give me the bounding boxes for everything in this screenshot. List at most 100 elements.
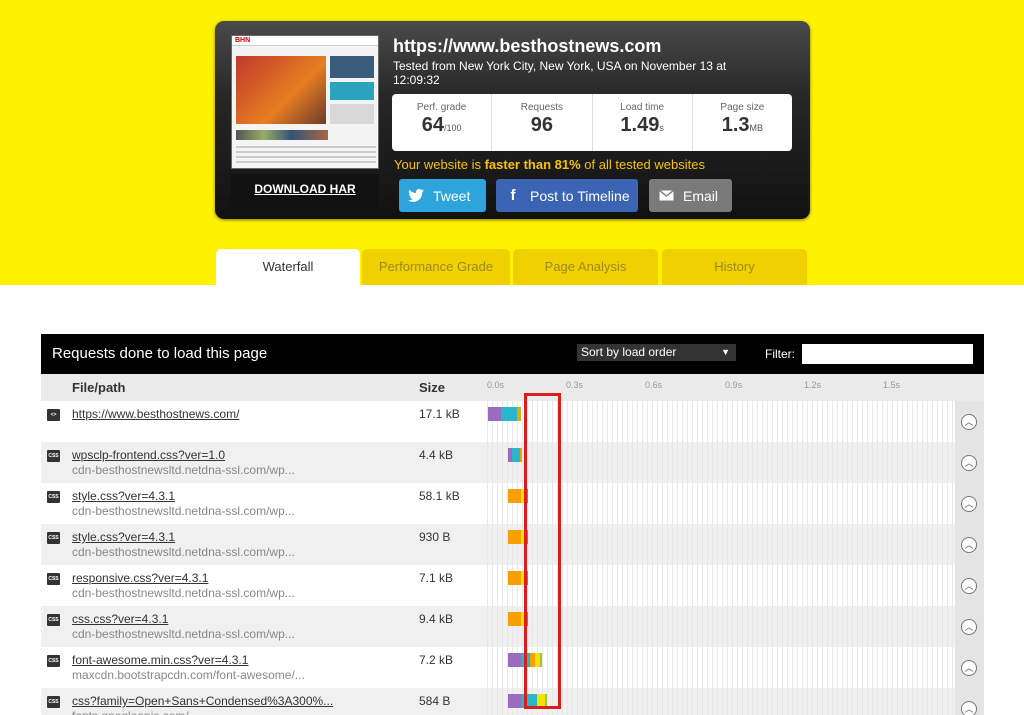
timing-bar[interactable] bbox=[488, 407, 521, 421]
file-link[interactable]: wpsclp-frontend.css?ver=1.0 bbox=[72, 448, 225, 462]
expand-cell: ︿ bbox=[955, 483, 984, 524]
metric-requests: Requests 96 bbox=[492, 94, 593, 151]
sort-selected-value: Sort by load order bbox=[581, 345, 677, 359]
chevron-up-icon[interactable]: ︿ bbox=[961, 414, 977, 430]
thumbnail-side-image bbox=[330, 104, 374, 124]
table-row[interactable]: CSS css?family=Open+Sans+Condensed%3A300%… bbox=[41, 688, 984, 715]
metric-value: 64 bbox=[421, 114, 444, 136]
faster-percent: faster than 81% bbox=[484, 157, 581, 172]
table-row[interactable]: CSS style.css?ver=4.3.1 cdn-besthostnewslt… bbox=[41, 483, 984, 524]
waterfall-rows: <> https://www.besthostnews.com/17.1 kB ︿ C… bbox=[41, 401, 984, 715]
timing-segment bbox=[508, 571, 521, 585]
sort-order-select[interactable]: Sort by load order ▼ bbox=[577, 344, 736, 361]
file-link[interactable]: style.css?ver=4.3.1 bbox=[72, 489, 175, 503]
file-host: fonts.googleapis.com/ bbox=[72, 709, 189, 715]
html-file-icon: <> bbox=[47, 409, 60, 421]
metric-value: 1.49 bbox=[620, 114, 660, 136]
css-file-icon: CSS bbox=[47, 655, 60, 667]
thumbnail-header: BHN bbox=[232, 36, 378, 46]
tab-page-analysis[interactable]: Page Analysis bbox=[513, 249, 658, 285]
chevron-up-icon[interactable]: ︿ bbox=[961, 701, 977, 715]
email-label: Email bbox=[683, 187, 719, 204]
timeline-tick: 1.2s bbox=[804, 380, 822, 390]
tab-history[interactable]: History bbox=[662, 249, 807, 285]
thumbnail-hero-image bbox=[236, 56, 326, 124]
metrics-panel: Perf. grade 64/100 Requests 96 Load time… bbox=[392, 94, 792, 151]
file-link[interactable]: css.css?ver=4.3.1 bbox=[72, 612, 168, 626]
file-size: 58.1 kB bbox=[419, 489, 460, 503]
filter-input[interactable] bbox=[802, 344, 973, 364]
metric-label: Page size bbox=[720, 102, 765, 113]
file-size: 9.4 kB bbox=[419, 612, 454, 626]
tweet-label: Tweet bbox=[433, 187, 471, 204]
tweet-button[interactable]: Tweet bbox=[399, 179, 486, 212]
expand-cell: ︿ bbox=[955, 442, 984, 483]
timing-segment bbox=[508, 489, 521, 503]
metric-unit: /100 bbox=[443, 123, 462, 133]
dropdown-arrow-icon: ▼ bbox=[721, 347, 730, 357]
table-row[interactable]: CSS style.css?ver=4.3.1 cdn-besthostnewslt… bbox=[41, 524, 984, 565]
file-host: maxcdn.bootstrapcdn.com/font-awesome/... bbox=[72, 668, 305, 682]
table-row[interactable]: CSS wpsclp-frontend.css?ver=1.0 cdn-bestho… bbox=[41, 442, 984, 483]
envelope-icon bbox=[649, 190, 683, 201]
file-size: 7.1 kB bbox=[419, 571, 454, 585]
chevron-up-icon[interactable]: ︿ bbox=[961, 537, 977, 553]
metric-page-size: Page size 1.3MB bbox=[693, 94, 792, 151]
post-to-timeline-button[interactable]: f Post to Timeline bbox=[496, 179, 638, 212]
column-size[interactable]: Size bbox=[419, 380, 445, 395]
metric-value-wrap: 96 bbox=[492, 114, 591, 137]
download-har-link[interactable]: DOWNLOAD HAR bbox=[231, 182, 379, 196]
test-location-time: Tested from New York City, New York, USA… bbox=[393, 59, 727, 87]
chevron-up-icon[interactable]: ︿ bbox=[961, 660, 977, 676]
timing-segment bbox=[512, 448, 520, 462]
file-link[interactable]: https://www.besthostnews.com/ bbox=[72, 407, 239, 421]
table-row[interactable]: CSS font-awesome.min.css?ver=4.3.1 maxcdn.… bbox=[41, 647, 984, 688]
timing-segment bbox=[508, 653, 521, 667]
waterfall-title: Requests done to load this page bbox=[52, 345, 268, 362]
expand-cell: ︿ bbox=[955, 401, 984, 442]
file-size: 930 B bbox=[419, 530, 451, 544]
faster-suffix: of all tested websites bbox=[580, 157, 705, 172]
faster-than-message: Your website is faster than 81% of all t… bbox=[394, 157, 705, 172]
timing-segment bbox=[508, 530, 521, 544]
css-file-icon: CSS bbox=[47, 614, 60, 626]
timing-segment bbox=[508, 694, 521, 708]
summary-card: BHN DOWNLOAD HAR https://www.besthostnew… bbox=[215, 21, 810, 219]
chevron-up-icon[interactable]: ︿ bbox=[961, 619, 977, 635]
chevron-up-icon[interactable]: ︿ bbox=[961, 578, 977, 594]
file-link[interactable]: style.css?ver=4.3.1 bbox=[72, 530, 175, 544]
file-link[interactable]: css?family=Open+Sans+Condensed%3A300%... bbox=[72, 694, 333, 708]
waterfall-header: Requests done to load this page Sort by … bbox=[41, 334, 984, 374]
chevron-up-icon[interactable]: ︿ bbox=[961, 455, 977, 471]
expand-cell: ︿ bbox=[955, 565, 984, 606]
filter-label: Filter: bbox=[765, 347, 795, 361]
timeline-tick: 0.0s bbox=[487, 380, 505, 390]
thumbnail-image-strip bbox=[236, 130, 328, 140]
timing-segment bbox=[488, 407, 501, 421]
css-file-icon: CSS bbox=[47, 573, 60, 585]
metric-unit: s bbox=[659, 123, 664, 133]
metric-perf-grade: Perf. grade 64/100 bbox=[392, 94, 493, 151]
email-button[interactable]: Email bbox=[649, 179, 732, 212]
table-row[interactable]: CSS css.css?ver=4.3.1 cdn-besthostnewsltd.… bbox=[41, 606, 984, 647]
file-link[interactable]: responsive.css?ver=4.3.1 bbox=[72, 571, 208, 585]
tab-waterfall[interactable]: Waterfall bbox=[216, 249, 360, 285]
tab-performance-grade[interactable]: Performance Grade bbox=[362, 249, 510, 285]
thumbnail-text-lines bbox=[236, 146, 376, 166]
metric-value-wrap: 1.49s bbox=[593, 114, 692, 137]
faster-prefix: Your website is bbox=[394, 157, 485, 172]
metric-unit: MB bbox=[749, 123, 764, 133]
file-link[interactable]: font-awesome.min.css?ver=4.3.1 bbox=[72, 653, 248, 667]
metric-load-time: Load time 1.49s bbox=[593, 94, 693, 151]
red-highlight-box bbox=[524, 393, 561, 709]
metric-value: 1.3 bbox=[721, 114, 750, 136]
table-row[interactable]: <> https://www.besthostnews.com/17.1 kB ︿ bbox=[41, 401, 984, 442]
table-row[interactable]: CSS responsive.css?ver=4.3.1 cdn-besthostn… bbox=[41, 565, 984, 606]
file-size: 17.1 kB bbox=[419, 407, 460, 421]
column-file-path[interactable]: File/path bbox=[72, 380, 125, 395]
file-host: cdn-besthostnewsltd.netdna-ssl.com/wp... bbox=[72, 586, 295, 600]
file-host: cdn-besthostnewsltd.netdna-ssl.com/wp... bbox=[72, 504, 295, 518]
timing-bar[interactable] bbox=[508, 448, 522, 462]
post-to-timeline-label: Post to Timeline bbox=[530, 187, 630, 204]
chevron-up-icon[interactable]: ︿ bbox=[961, 496, 977, 512]
